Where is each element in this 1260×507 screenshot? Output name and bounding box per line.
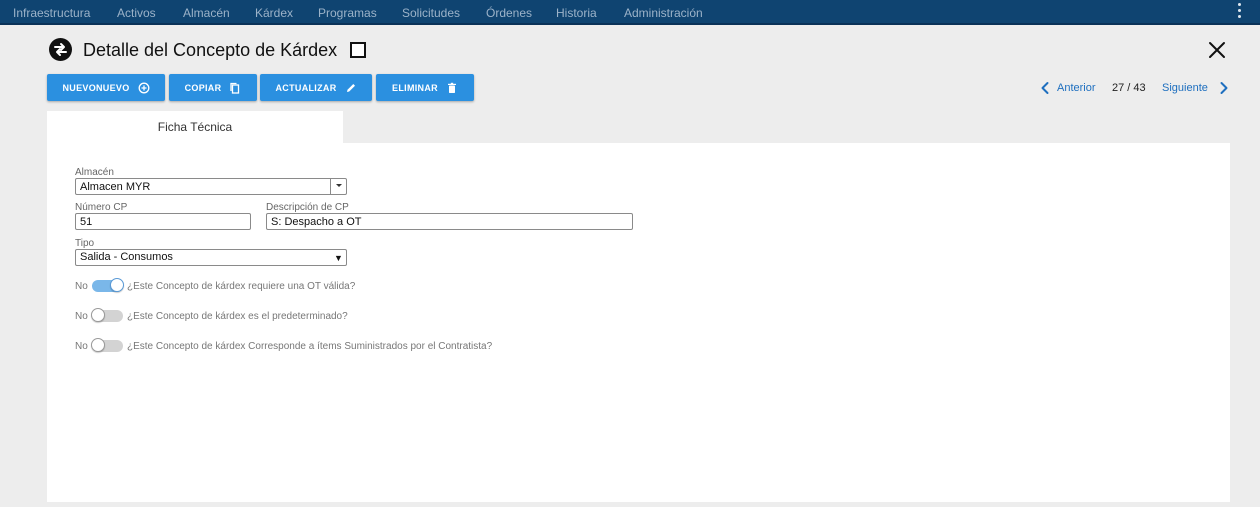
nav-item-kardex[interactable]: Kárdex [255, 6, 293, 20]
numero-cp-label: Número CP [75, 202, 128, 213]
copiar-button-label: Copiar [184, 82, 222, 93]
toggle-knob [91, 308, 105, 322]
nav-item-ordenes[interactable]: Órdenes [486, 6, 532, 20]
nuevo-button-label: NuevoNuevo [62, 82, 130, 93]
toggle-knob [91, 338, 105, 352]
almacen-label: Almacén [75, 167, 114, 178]
toggle-2-text: ¿Este Concepto de kárdex es el predeterm… [127, 311, 348, 322]
toggle-predeterminado[interactable] [91, 308, 123, 322]
page-title: Detalle del Concepto de Kárdex [83, 40, 338, 60]
pager-prev-link[interactable]: Anterior [1057, 82, 1096, 94]
chevron-right-icon[interactable] [1218, 81, 1230, 95]
nav-item-solicitudes[interactable]: Solicitudes [402, 6, 460, 20]
select-arrow-icon: ▼ [334, 253, 343, 263]
chevron-left-icon[interactable] [1039, 81, 1051, 95]
nav-item-infraestructura[interactable]: Infraestructura [13, 6, 90, 20]
nuevo-button[interactable]: NuevoNuevo [47, 74, 165, 101]
pencil-icon [346, 83, 355, 92]
eliminar-button[interactable]: Eliminar [376, 74, 474, 101]
toggle-3-state: No [75, 341, 88, 352]
numero-cp-input[interactable] [75, 213, 251, 230]
descripcion-cp-input[interactable] [266, 213, 633, 230]
toggle-1-state: No [75, 281, 88, 292]
toggle-2-state: No [75, 311, 88, 322]
header-checkbox[interactable] [350, 42, 366, 58]
caret-down-icon [336, 184, 342, 187]
nav-item-administracion[interactable]: Administración [624, 6, 703, 20]
toggle-1-text: ¿Este Concepto de kárdex requiere una OT… [127, 281, 356, 292]
pager-next-link[interactable]: Siguiente [1162, 82, 1208, 94]
actualizar-button-label: Actualizar [275, 82, 337, 93]
top-nav: Infraestructura Activos Almacén Kárdex P… [0, 0, 1260, 25]
swap-arrows-icon [49, 38, 72, 61]
nav-item-programas[interactable]: Programas [318, 6, 377, 20]
toggle-knob [110, 278, 124, 292]
add-circle-icon [138, 82, 149, 93]
descripcion-cp-label: Descripción de CP [266, 202, 349, 213]
tipo-select-value: Salida - Consumos [80, 251, 173, 263]
actualizar-button[interactable]: Actualizar [260, 74, 372, 101]
eliminar-button-label: Eliminar [392, 82, 438, 93]
pager-count: 27 / 43 [1112, 82, 1146, 94]
form-panel [47, 143, 1230, 502]
nav-item-activos[interactable]: Activos [117, 6, 156, 20]
kebab-menu-icon[interactable] [1238, 3, 1242, 21]
copiar-button[interactable]: Copiar [169, 74, 257, 101]
tipo-label: Tipo [75, 238, 95, 249]
nav-item-almacen[interactable]: Almacén [183, 6, 230, 20]
toggle-3-text: ¿Este Concepto de kárdex Corresponde a í… [127, 341, 493, 352]
toggle-suministrados-contratista[interactable] [91, 338, 123, 352]
almacen-combobox[interactable] [75, 178, 347, 195]
tipo-select[interactable]: Salida - Consumos [75, 249, 347, 266]
tab-ficha-tecnica[interactable]: Ficha Técnica [47, 111, 343, 143]
copy-icon [230, 82, 240, 94]
toggle-ot-valida[interactable] [92, 278, 124, 292]
nav-item-historia[interactable]: Historia [556, 6, 597, 20]
almacen-dropdown-button[interactable] [330, 178, 347, 195]
close-icon[interactable] [1206, 39, 1228, 61]
trash-icon [447, 82, 456, 93]
